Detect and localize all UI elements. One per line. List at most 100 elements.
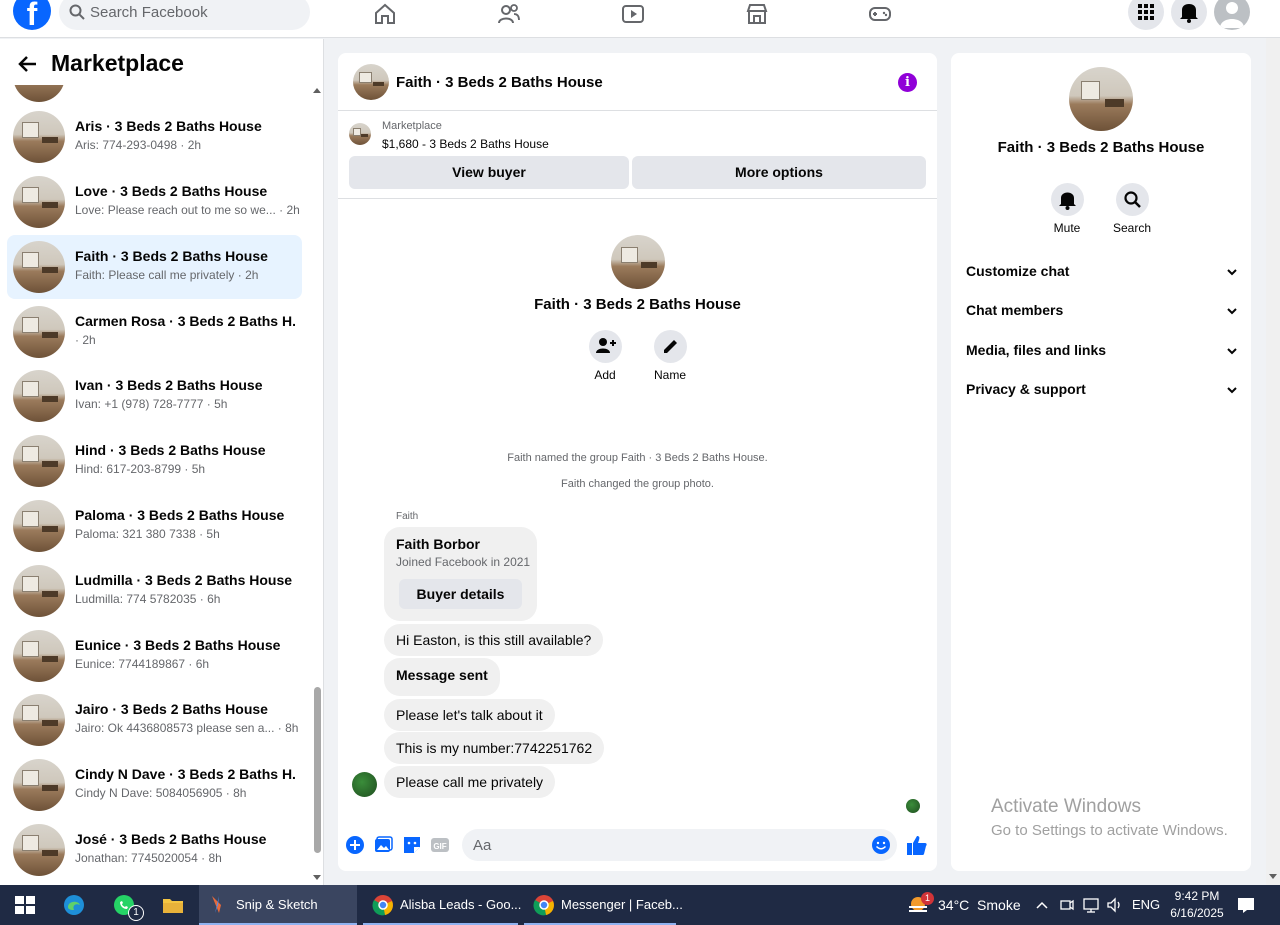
sender-avatar[interactable] (352, 772, 377, 797)
conversation-item[interactable]: Paloma · 3 Beds 2 Baths House Paloma: 321… (7, 494, 302, 558)
conversation-item[interactable]: Ivan · 3 Beds 2 Baths House Ivan: +1 (978… (7, 364, 302, 428)
message-input[interactable]: Aa (462, 829, 897, 861)
edge-browser-icon[interactable] (62, 893, 86, 917)
scroll-down-arrow-icon[interactable] (1266, 872, 1280, 882)
message-bubble[interactable]: Message sent (384, 658, 500, 696)
grid-icon (1138, 4, 1154, 20)
conversation-name: José · 3 Beds 2 Baths House (75, 831, 267, 847)
menu-grid-button[interactable] (1128, 0, 1164, 30)
conversation-item[interactable]: Faith · 3 Beds 2 Baths House Faith: Pleas… (7, 235, 302, 299)
meet-now-icon[interactable] (1059, 893, 1075, 917)
name-button[interactable]: Name (640, 330, 700, 382)
svg-text:GIF: GIF (433, 842, 446, 851)
back-arrow-icon[interactable] (17, 53, 39, 75)
conversation-item[interactable]: Aris · 3 Beds 2 Baths House Aris: 774-293… (7, 105, 302, 169)
conversation-item[interactable]: José · 3 Beds 2 Baths House Jonathan: 774… (7, 818, 302, 882)
listing-price[interactable]: $1,680 - 3 Beds 2 Baths House (382, 137, 549, 151)
marketplace-icon[interactable] (745, 2, 769, 26)
clock-time: 9:42 PM (1174, 889, 1220, 903)
scroll-down-arrow-icon[interactable] (311, 873, 323, 883)
scroll-up-arrow-icon[interactable] (311, 85, 323, 95)
conversation-name: Eunice · 3 Beds 2 Baths House (75, 637, 281, 653)
video-icon[interactable] (621, 2, 645, 26)
conversation-preview: Eunice: 7744189867 · 6h (75, 657, 210, 671)
conversation-item[interactable]: Ludmilla · 3 Beds 2 Baths House Ludmilla:… (7, 559, 302, 623)
more-options-button[interactable]: More options (632, 156, 926, 189)
message-bubble[interactable]: Hi Easton, is this still available? (384, 624, 604, 656)
buyer-card: Faith Borbor Joined Facebook in 2021 Buy… (384, 527, 537, 621)
facebook-logo-icon[interactable]: f (13, 0, 51, 32)
info-icon[interactable]: i (898, 73, 917, 92)
mute-button[interactable]: Mute (1037, 183, 1097, 235)
account-avatar[interactable] (1214, 0, 1250, 30)
notification-center-icon[interactable] (1236, 893, 1256, 917)
sidebar-scrollbar[interactable] (311, 85, 323, 885)
bell-icon (1180, 4, 1198, 23)
conversation-item[interactable]: Jairo · 3 Beds 2 Baths House Jairo: Ok 44… (7, 688, 302, 752)
conversation-item[interactable]: Eunice · 3 Beds 2 Baths House Eunice: 774… (7, 624, 302, 688)
chat-avatar[interactable] (353, 64, 389, 100)
buyer-details-button[interactable]: Buyer details (399, 579, 522, 609)
search-input[interactable]: Search Facebook (90, 4, 208, 21)
group-photo (611, 235, 665, 289)
volume-icon[interactable] (1106, 893, 1124, 917)
message-bubble[interactable]: This is my number:7742251762 (384, 732, 605, 764)
taskbar-app-chrome-leads[interactable]: Alisba Leads - Goo... (363, 885, 522, 925)
message-bubble[interactable]: Please call me privately (384, 766, 556, 798)
chat-title[interactable]: Faith · 3 Beds 2 Baths House (396, 74, 603, 91)
windows-taskbar: 1 Snip & Sketch Alisba Leads - Goo... Me… (0, 885, 1280, 925)
view-buyer-button[interactable]: View buyer (349, 156, 629, 189)
chevron-down-icon (1227, 387, 1237, 394)
thumbs-up-icon[interactable] (906, 834, 928, 856)
clock[interactable]: 9:42 PM 6/16/2025 (1166, 888, 1228, 922)
group-photo-large[interactable] (1069, 67, 1133, 131)
gaming-icon[interactable] (868, 2, 892, 26)
file-explorer-icon[interactable] (161, 893, 185, 917)
conversation-item[interactable]: Cindy N Dave · 3 Beds 2 Baths H... Cindy … (7, 753, 302, 817)
section-label: Customize chat (966, 263, 1070, 279)
home-icon[interactable] (373, 2, 397, 26)
chat-members-section[interactable]: Chat members (966, 302, 1238, 324)
network-icon[interactable] (1082, 893, 1100, 917)
scrollbar-thumb[interactable] (314, 687, 321, 853)
conversation-item[interactable]: Carmen Rosa · 3 Beds 2 Baths H... · 2h (7, 300, 302, 364)
app-label: Alisba Leads - Goo... (400, 897, 522, 912)
conversation-name: Cindy N Dave · 3 Beds 2 Baths H... (75, 766, 295, 782)
privacy-support-section[interactable]: Privacy & support (966, 381, 1238, 403)
taskbar-app-snip-sketch[interactable]: Snip & Sketch (199, 885, 357, 925)
conversation-item[interactable]: Love · 3 Beds 2 Baths House Love: Please … (7, 170, 302, 234)
gif-icon[interactable]: GIF (430, 835, 450, 855)
conversation-name: Aris · 3 Beds 2 Baths House (75, 118, 262, 134)
add-button[interactable]: Add (575, 330, 635, 382)
emoji-icon[interactable] (871, 835, 891, 855)
media-files-section[interactable]: Media, files and links (966, 342, 1238, 364)
notifications-button[interactable] (1171, 0, 1207, 30)
sender-name: Faith (396, 511, 419, 522)
listing-thumbnail[interactable] (349, 123, 371, 145)
photo-icon[interactable] (373, 835, 393, 855)
weather-text[interactable]: 34°C Smoke (938, 885, 1021, 925)
chrome-icon (533, 895, 554, 916)
weather-badge: 1 (921, 892, 934, 905)
page-scrollbar[interactable] (1266, 38, 1280, 885)
conversation-item[interactable]: Hind · 3 Beds 2 Baths House Hind: 617-203… (7, 429, 302, 493)
search-conversation-button[interactable]: Search (1102, 183, 1162, 235)
plus-circle-icon[interactable] (345, 835, 365, 855)
friends-icon[interactable] (497, 2, 521, 26)
chevron-up-icon[interactable] (1034, 893, 1050, 917)
listing-banner: Marketplace $1,680 - 3 Beds 2 Baths Hous… (338, 111, 937, 199)
taskbar-app-chrome-messenger[interactable]: Messenger | Faceb... (524, 885, 683, 925)
search-box[interactable]: Search Facebook (59, 0, 310, 30)
chevron-down-icon (1227, 348, 1237, 355)
conversation-preview: Cindy N Dave: 5084056905 · 8h (75, 786, 247, 800)
mute-label: Mute (1053, 221, 1081, 235)
customize-chat-section[interactable]: Customize chat (966, 263, 1238, 285)
windows-start-icon[interactable] (13, 893, 37, 917)
conversation-name: Ludmilla · 3 Beds 2 Baths House (75, 572, 293, 588)
language-indicator[interactable]: ENG (1132, 885, 1160, 925)
sticker-icon[interactable] (402, 835, 422, 855)
chevron-down-icon (1227, 269, 1237, 276)
house-thumbnail (13, 500, 65, 552)
chat-panel: Faith · 3 Beds 2 Baths House i Marketpla… (338, 53, 937, 871)
message-bubble[interactable]: Please let's talk about it (384, 699, 555, 731)
